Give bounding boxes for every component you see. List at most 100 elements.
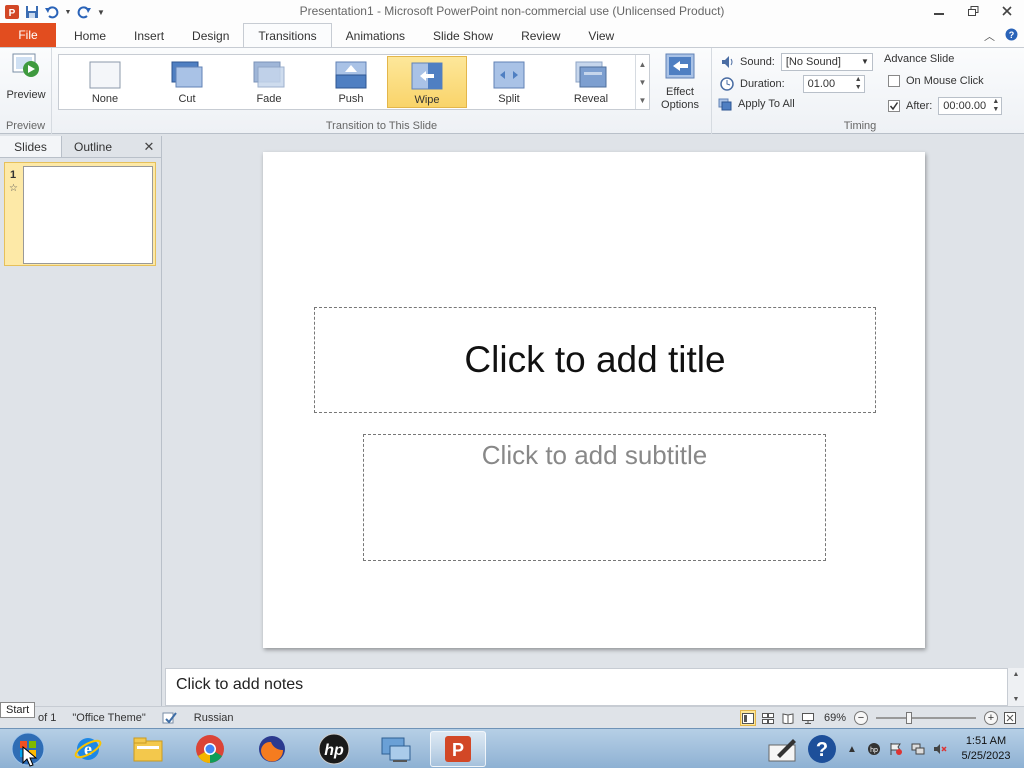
fit-to-window-icon[interactable] bbox=[1002, 710, 1018, 726]
system-clock[interactable]: 1:51 AM 5/25/2023 bbox=[954, 734, 1018, 764]
zoom-out-button[interactable]: − bbox=[854, 711, 868, 725]
tab-view[interactable]: View bbox=[574, 24, 628, 47]
taskbar-remote-desktop[interactable] bbox=[368, 731, 424, 767]
normal-view-icon[interactable] bbox=[739, 710, 756, 726]
close-pane-icon[interactable]: ✕ bbox=[137, 136, 161, 157]
customize-icon[interactable]: ▼ bbox=[96, 4, 106, 20]
title-placeholder[interactable]: Click to add title bbox=[314, 307, 876, 413]
after-row: After: 00:00.00 ▲ ▼ bbox=[888, 97, 1003, 115]
taskbar-chrome[interactable] bbox=[182, 731, 238, 767]
sound-icon bbox=[722, 56, 733, 68]
tab-insert[interactable]: Insert bbox=[120, 24, 178, 47]
after-value: 00:00.00 bbox=[943, 100, 987, 112]
tab-slide-show[interactable]: Slide Show bbox=[419, 24, 507, 47]
notes-scrollbar[interactable]: ▲ ▼ bbox=[1008, 668, 1024, 706]
close-button[interactable] bbox=[990, 0, 1024, 22]
on-mouse-click-checkbox[interactable] bbox=[888, 75, 900, 87]
restore-button[interactable] bbox=[956, 0, 990, 22]
zoom-slider-thumb[interactable] bbox=[905, 712, 912, 724]
zoom-in-button[interactable]: + bbox=[984, 711, 998, 725]
flag-icon[interactable] bbox=[888, 741, 904, 757]
taskbar-powerpoint[interactable]: P bbox=[430, 731, 486, 767]
taskbar: e hp P ? ▲ hp 1:51 AM 5/25/2023 bbox=[0, 728, 1024, 768]
duration-spin-icon[interactable]: ▲ ▼ bbox=[855, 76, 862, 92]
notes-pane[interactable]: Click to add notes bbox=[165, 668, 1008, 706]
taskbar-internet-explorer[interactable]: e bbox=[60, 731, 116, 767]
slide-thumbnail[interactable] bbox=[23, 166, 153, 264]
network-icon[interactable] bbox=[910, 741, 926, 757]
sound-dropdown[interactable]: [No Sound] ▼ bbox=[780, 53, 873, 71]
zoom-slider[interactable] bbox=[876, 712, 976, 724]
sound-row: Sound: [No Sound] ▼ bbox=[720, 53, 873, 71]
minimize-button[interactable] bbox=[922, 0, 956, 22]
help-icon[interactable]: ? bbox=[1005, 28, 1018, 44]
after-spin-icon[interactable]: ▲ ▼ bbox=[992, 98, 999, 114]
chevron-down-icon: ▼ bbox=[860, 57, 869, 66]
tab-home[interactable]: Home bbox=[60, 24, 120, 47]
taskbar-file-explorer[interactable] bbox=[120, 731, 176, 767]
pen-input-icon[interactable] bbox=[766, 733, 800, 765]
duration-row: Duration: 01.00 ▲ ▼ bbox=[720, 75, 865, 93]
transition-cut[interactable]: Cut bbox=[147, 56, 227, 108]
scroll-up-icon[interactable]: ▲ bbox=[1013, 671, 1020, 678]
spell-check-icon[interactable] bbox=[154, 707, 186, 729]
scroll-down-icon[interactable]: ▼ bbox=[1013, 696, 1020, 703]
help-tray-icon[interactable]: ? bbox=[806, 733, 838, 765]
gallery-up-icon[interactable]: ▲ bbox=[639, 60, 647, 69]
after-checkbox[interactable] bbox=[888, 100, 900, 112]
transition-split-label: Split bbox=[498, 93, 520, 105]
on-mouse-click-row[interactable]: On Mouse Click bbox=[888, 75, 984, 87]
ribbon: Preview Preview None Cut Fade Push Wipe … bbox=[0, 48, 1024, 134]
effect-options-button[interactable]: Effect Options bbox=[652, 52, 708, 114]
tab-animations[interactable]: Animations bbox=[332, 24, 419, 47]
tab-outline[interactable]: Outline bbox=[62, 136, 124, 157]
slide-thumbnail-item[interactable]: 1 ☆ bbox=[4, 162, 156, 266]
tab-transitions[interactable]: Transitions bbox=[243, 23, 332, 47]
transition-push[interactable]: Push bbox=[311, 56, 391, 108]
minimize-ribbon-icon[interactable]: ︿ bbox=[984, 28, 995, 44]
transition-fade[interactable]: Fade bbox=[229, 56, 309, 108]
taskbar-firefox[interactable] bbox=[244, 731, 300, 767]
theme-name[interactable]: "Office Theme" bbox=[64, 707, 153, 729]
tab-review[interactable]: Review bbox=[507, 24, 574, 47]
language[interactable]: Russian bbox=[186, 707, 242, 729]
subtitle-placeholder[interactable]: Click to add subtitle bbox=[363, 434, 826, 561]
redo-icon[interactable] bbox=[76, 4, 92, 20]
slide-show-icon[interactable] bbox=[800, 710, 816, 726]
transition-reveal[interactable]: Reveal bbox=[551, 56, 631, 108]
hp-tray-icon[interactable]: hp bbox=[866, 741, 882, 757]
apply-all-button[interactable]: Apply To All bbox=[718, 97, 795, 111]
transition-none[interactable]: None bbox=[65, 56, 145, 108]
slide-editor: Click to add title Click to add subtitle bbox=[163, 136, 1024, 666]
tab-design[interactable]: Design bbox=[178, 24, 243, 47]
slide-canvas[interactable]: Click to add title Click to add subtitle bbox=[263, 152, 925, 648]
transition-group: None Cut Fade Push Wipe Split Reveal ▲ ▼… bbox=[52, 48, 712, 134]
preview-button[interactable]: Preview bbox=[4, 50, 48, 108]
tab-slides[interactable]: Slides bbox=[0, 136, 62, 157]
volume-icon[interactable] bbox=[932, 741, 948, 757]
save-icon[interactable] bbox=[24, 4, 40, 20]
undo-dropdown-icon[interactable]: ▼ bbox=[64, 4, 72, 20]
gallery-down-icon[interactable]: ▼ bbox=[639, 78, 647, 87]
taskbar-hp[interactable]: hp bbox=[306, 731, 362, 767]
transition-fade-label: Fade bbox=[256, 93, 282, 105]
tab-file[interactable]: File bbox=[0, 23, 56, 47]
clock-time: 1:51 AM bbox=[965, 735, 1007, 747]
duration-stepper[interactable]: 01.00 ▲ ▼ bbox=[802, 75, 865, 93]
show-hidden-icons[interactable]: ▲ bbox=[844, 741, 860, 757]
window-controls bbox=[922, 0, 1024, 22]
powerpoint-icon[interactable]: P bbox=[4, 4, 20, 20]
after-stepper[interactable]: 00:00.00 ▲ ▼ bbox=[938, 97, 1003, 115]
slide-sorter-icon[interactable] bbox=[760, 710, 776, 726]
slide-number: 1 bbox=[10, 169, 17, 181]
gallery-more-icon[interactable]: ▼ bbox=[639, 96, 647, 105]
slides-pane: Slides Outline ✕ 1 ☆ bbox=[0, 136, 162, 708]
zoom-level[interactable]: 69% bbox=[824, 712, 846, 724]
transition-fade-icon bbox=[253, 61, 285, 88]
transition-wipe[interactable]: Wipe bbox=[387, 56, 467, 108]
reading-view-icon[interactable] bbox=[780, 710, 796, 726]
duration-label: Duration: bbox=[740, 78, 785, 90]
gallery-scrollbar[interactable]: ▲ ▼ ▼ bbox=[635, 55, 649, 109]
undo-icon[interactable] bbox=[44, 4, 60, 20]
transition-split[interactable]: Split bbox=[469, 56, 549, 108]
